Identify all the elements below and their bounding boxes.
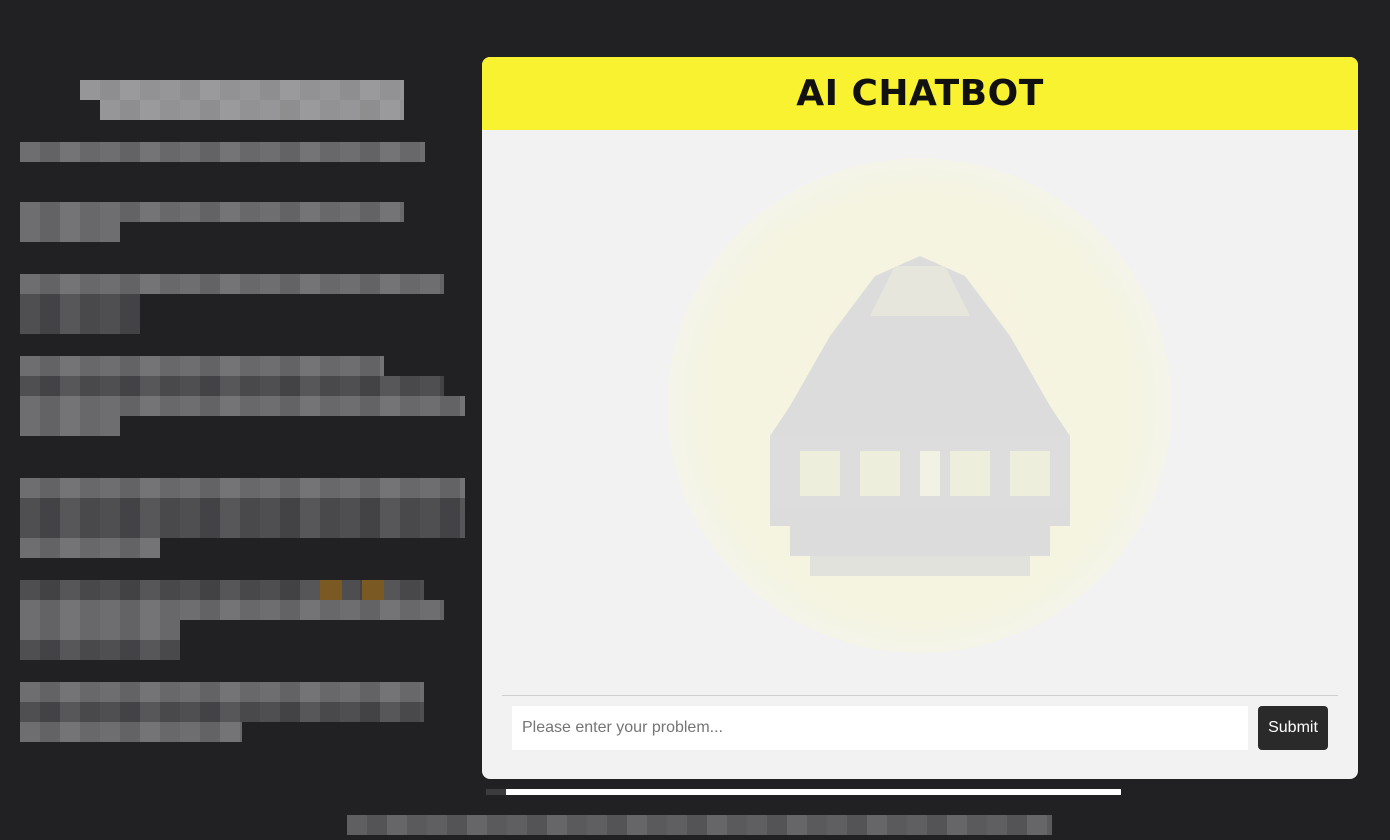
redacted-line [20, 376, 444, 396]
redacted-line [20, 640, 180, 660]
redacted-line [20, 722, 242, 742]
redacted-line [20, 682, 424, 702]
redacted-line [20, 518, 465, 538]
redacted-line [20, 416, 120, 436]
redacted-line [20, 202, 404, 222]
submit-button[interactable]: Submit [1258, 706, 1328, 750]
scrollbar-thumb[interactable] [486, 789, 506, 795]
redacted-line [20, 222, 120, 242]
redacted-line [20, 478, 465, 498]
redacted-line [20, 620, 180, 640]
redacted-line [20, 142, 425, 162]
redacted-line [20, 702, 424, 722]
redacted-text-column [20, 80, 465, 742]
redacted-line [20, 294, 140, 314]
chat-footer: Submit [502, 695, 1338, 779]
horizontal-scrollbar[interactable] [486, 789, 1121, 795]
redacted-line [20, 600, 444, 620]
page: AI CHATBOT Please enter your problem... … [0, 0, 1390, 840]
chatbot-logo-icon [667, 158, 1172, 653]
redacted-footer-line [347, 815, 1052, 835]
redacted-line [20, 580, 424, 600]
redacted-line [20, 396, 465, 416]
chatbot-logo-graphic [769, 255, 1070, 576]
problem-input[interactable] [512, 706, 1248, 750]
redacted-line [80, 80, 404, 100]
redacted-line [20, 314, 140, 334]
redacted-line [20, 356, 384, 376]
chat-card: AI CHATBOT Please enter your problem... … [482, 57, 1358, 779]
input-row: Submit [512, 706, 1328, 750]
chat-body [482, 130, 1358, 695]
chat-header: AI CHATBOT [482, 57, 1358, 130]
redacted-line [20, 538, 160, 558]
redacted-line [20, 274, 444, 294]
redacted-line [20, 498, 465, 518]
chat-title: AI CHATBOT [796, 73, 1044, 114]
redacted-line [100, 100, 404, 120]
